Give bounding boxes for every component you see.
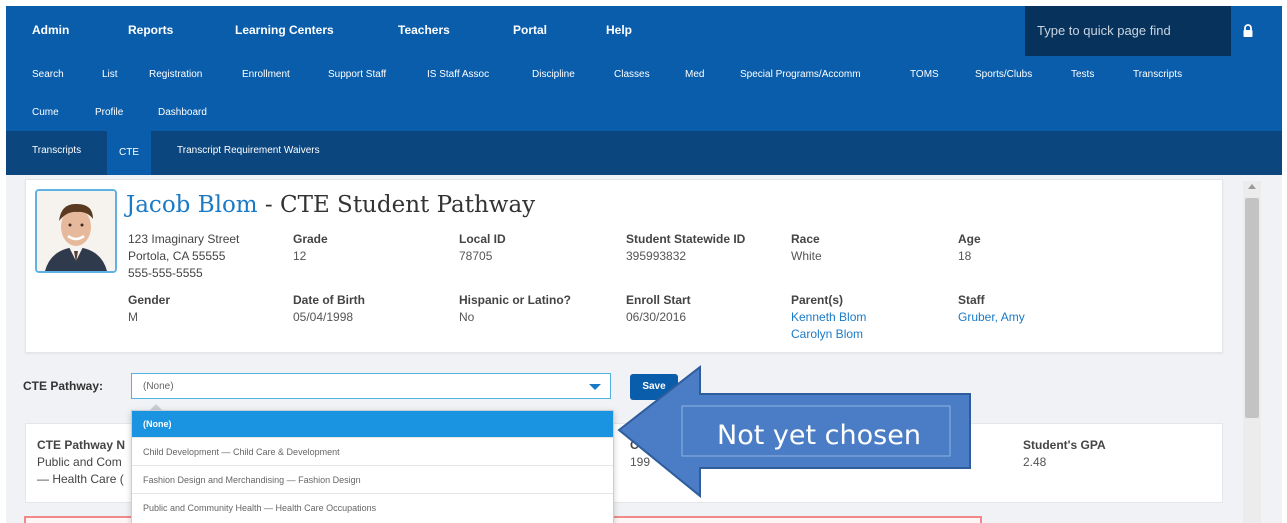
app-frame: Admin Reports Learning Centers Teachers …: [6, 6, 1282, 523]
callout-text: Not yet chosen: [717, 420, 921, 451]
callout-arrow: [617, 364, 971, 499]
